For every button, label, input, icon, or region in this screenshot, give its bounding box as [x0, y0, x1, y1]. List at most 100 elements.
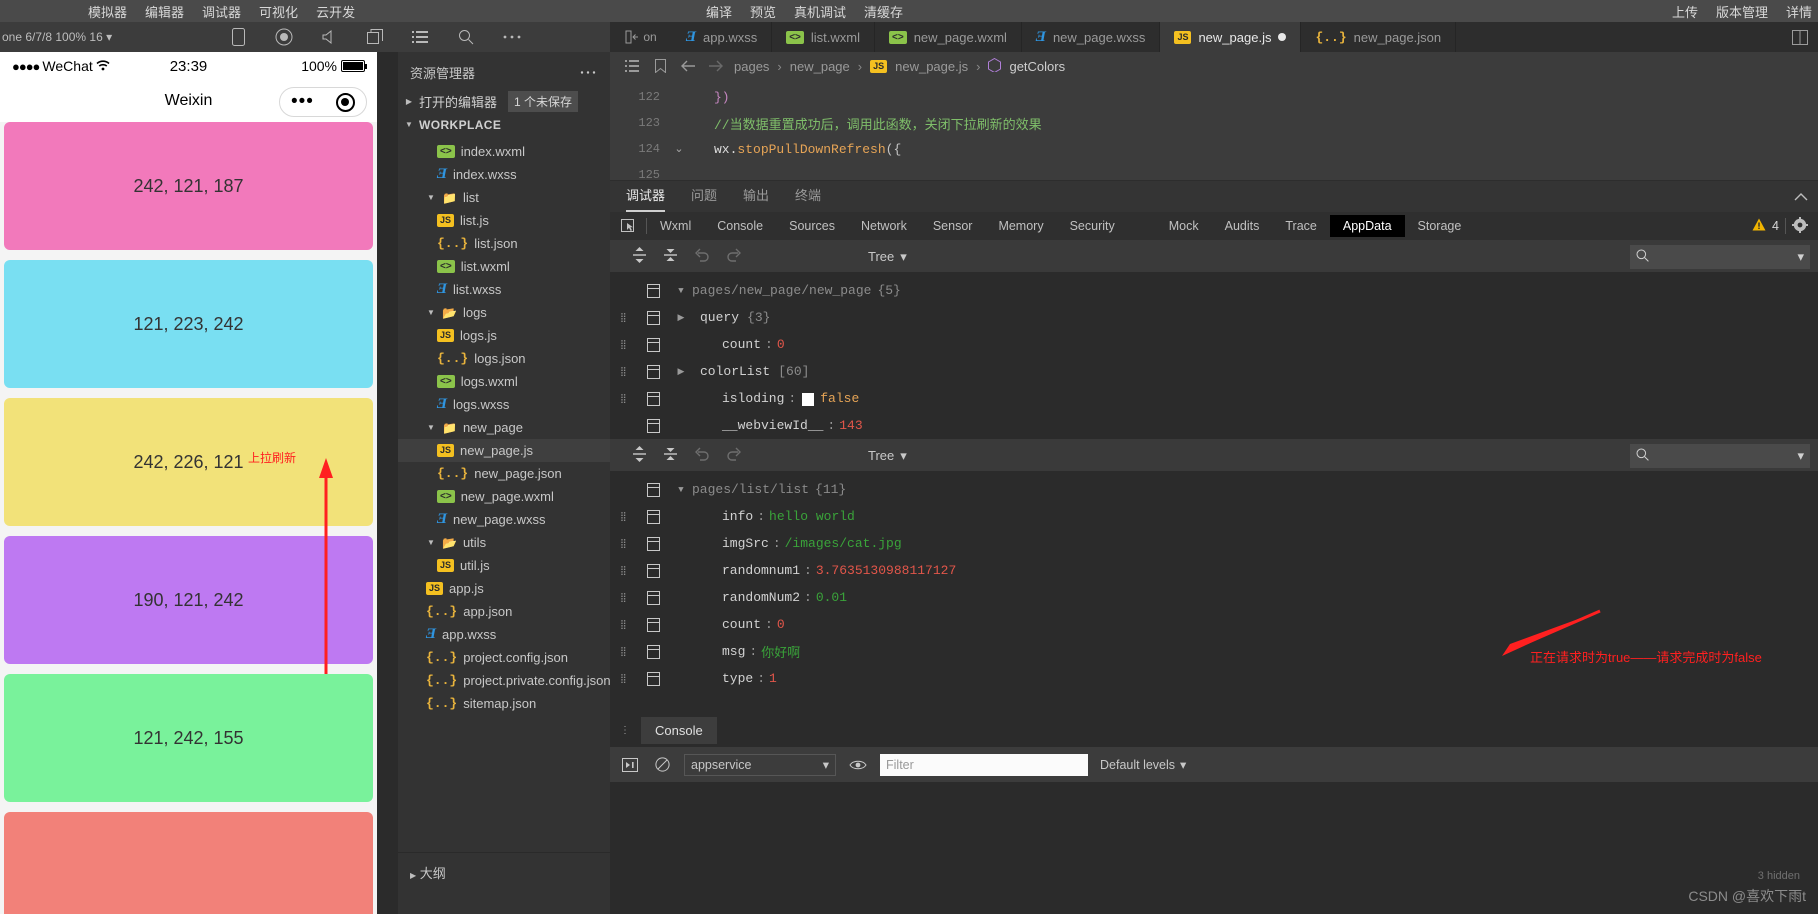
debug-tab-terminal[interactable]: 终端	[795, 185, 821, 208]
tree-file[interactable]: JS logs.js	[398, 324, 610, 347]
gear-icon[interactable]	[1792, 216, 1808, 236]
drag-grip-icon[interactable]: ⣿	[610, 367, 636, 376]
drawer-grip-icon[interactable]: ⋮	[620, 725, 631, 735]
menu-item-cloud[interactable]: 云开发	[316, 2, 355, 21]
phone-icon[interactable]	[228, 27, 248, 47]
appdata-row[interactable]: ⣿ ▶ colorList [60]	[610, 358, 1818, 385]
tree-folder[interactable]: ▼ 📂 logs	[398, 301, 610, 324]
chevron-down-icon[interactable]: ▾	[1797, 249, 1804, 265]
capsule-target-icon[interactable]	[335, 92, 355, 112]
appdata-value-checkbox[interactable]	[802, 393, 815, 406]
drag-grip-icon[interactable]: ⣿	[610, 539, 636, 548]
menu-item-debugger[interactable]: 调试器	[202, 2, 241, 21]
editor-tab-new-page-wxml[interactable]: <> new_page.wxml	[875, 22, 1022, 52]
devtools-tab-sensor[interactable]: Sensor	[920, 215, 986, 237]
appdata-root-row[interactable]: ▼ pages/list/list {11}	[610, 476, 1818, 503]
editor-tab-new-page-js[interactable]: JS new_page.js	[1160, 22, 1302, 52]
volume-icon[interactable]	[320, 27, 340, 47]
redo-icon[interactable]	[726, 248, 742, 265]
undo-icon[interactable]	[694, 447, 710, 464]
tree-file[interactable]: <> list.wxml	[398, 255, 610, 278]
debug-tab-debugger[interactable]: 调试器	[626, 185, 666, 212]
warning-indicator[interactable]: 4	[1752, 216, 1818, 236]
drag-grip-icon[interactable]: ⣿	[610, 566, 636, 575]
tree-file[interactable]: Ǝlogs.wxss	[398, 393, 610, 416]
menu-item-simulator[interactable]: 模拟器	[88, 2, 127, 21]
expand-all-icon[interactable]	[632, 247, 647, 266]
appdata-row[interactable]: ⣿ info: hello world	[610, 503, 1818, 530]
step-icon[interactable]	[620, 755, 640, 775]
chevron-right-icon[interactable]: ▶	[670, 367, 692, 377]
devtools-tab-memory[interactable]: Memory	[985, 215, 1056, 237]
collapse-all-icon[interactable]	[663, 446, 678, 465]
menu-item-version[interactable]: 版本管理	[1716, 2, 1768, 21]
chevron-down-icon[interactable]: ▼	[426, 193, 436, 202]
tree-folder[interactable]: ▼ 📂 utils	[398, 531, 610, 554]
editor-tab-new-page-wxss[interactable]: Ǝ new_page.wxss	[1021, 22, 1161, 52]
devtools-tab-audits[interactable]: Audits	[1212, 215, 1273, 237]
forward-arrow-icon[interactable]	[706, 56, 726, 76]
chevron-down-icon[interactable]: ▼	[426, 538, 436, 547]
tree-file[interactable]: Ǝlist.wxss	[398, 278, 610, 301]
search-icon[interactable]	[456, 27, 476, 47]
color-list-item[interactable]: 242, 121, 187	[4, 122, 373, 250]
appdata-root-row[interactable]: ▼ pages/new_page/new_page {5}	[610, 277, 1818, 304]
menu-item-clear-cache[interactable]: 清缓存	[864, 2, 903, 21]
appdata-row[interactable]: ⣿ isloding: false	[610, 385, 1818, 412]
tree-file[interactable]: {..} app.json	[398, 600, 610, 623]
devtools-tab-network[interactable]: Network	[848, 215, 920, 237]
tree-folder[interactable]: ▼ 📁 new_page	[398, 416, 610, 439]
breadcrumb-item-new-page[interactable]: new_page	[790, 59, 850, 74]
outline-icon[interactable]	[622, 56, 642, 76]
drag-grip-icon[interactable]: ⣿	[610, 313, 636, 322]
menu-item-upload[interactable]: 上传	[1672, 2, 1698, 21]
view-mode-select[interactable]: Tree ▾	[868, 448, 907, 464]
tree-file[interactable]: <> new_page.wxml	[398, 485, 610, 508]
appdata-row[interactable]: ⣿ type:1	[610, 665, 1818, 692]
redo-icon[interactable]	[726, 447, 742, 464]
editor-tab-new-page-json[interactable]: {..} new_page.json	[1301, 22, 1457, 52]
chevron-down-icon[interactable]: ▾	[1797, 448, 1804, 464]
menu-item-compile[interactable]: 编译	[706, 2, 732, 21]
tree-file[interactable]: {..} project.config.json	[398, 646, 610, 669]
clear-icon[interactable]	[652, 755, 672, 775]
drag-grip-icon[interactable]: ⣿	[610, 647, 636, 656]
appdata-row[interactable]: ⣿ count:0	[610, 611, 1818, 638]
console-filter-input[interactable]: Filter	[880, 753, 1088, 776]
appdata-row[interactable]: ⣿ imgSrc:/images/cat.jpg	[610, 530, 1818, 557]
drag-grip-icon[interactable]: ⣿	[610, 593, 636, 602]
tree-file[interactable]: {..} new_page.json	[398, 462, 610, 485]
expand-all-icon[interactable]	[632, 446, 647, 465]
inspect-cursor-icon[interactable]	[610, 218, 646, 234]
tree-file[interactable]: {..} list.json	[398, 232, 610, 255]
back-arrow-icon[interactable]	[678, 56, 698, 76]
chevron-right-icon[interactable]: ▶	[670, 313, 692, 323]
devtools-tab-appdata[interactable]: AppData	[1329, 215, 1405, 237]
devtools-tab-mock[interactable]: Mock	[1156, 215, 1212, 237]
chevron-down-icon[interactable]: ▼	[426, 423, 436, 432]
tree-file[interactable]: JS app.js	[398, 577, 610, 600]
menu-item-editor[interactable]: 编辑器	[145, 2, 184, 21]
chevron-up-icon[interactable]	[1794, 189, 1808, 204]
editor-tab-list-wxml[interactable]: <> list.wxml	[772, 22, 876, 52]
tree-file[interactable]: Ǝapp.wxss	[398, 623, 610, 646]
devtools-tab-security[interactable]: Security	[1057, 215, 1128, 237]
capsule-button[interactable]: •••	[279, 87, 367, 117]
drag-grip-icon[interactable]: ⣿	[610, 394, 636, 403]
color-list-item[interactable]: 121, 242, 155	[4, 674, 373, 802]
record-icon[interactable]	[274, 27, 294, 47]
debug-tab-output[interactable]: 输出	[743, 185, 769, 208]
list-icon[interactable]	[410, 27, 430, 47]
console-context-select[interactable]: appservice ▾	[684, 753, 836, 776]
appdata-row[interactable]: ⣿ ▶ query {3}	[610, 304, 1818, 331]
chevron-down-icon[interactable]: ▼	[670, 286, 692, 296]
menu-item-device-debug[interactable]: 真机调试	[794, 2, 846, 21]
bookmark-icon[interactable]	[650, 56, 670, 76]
breadcrumb-item-file[interactable]: new_page.js	[895, 59, 968, 74]
editor-tab-app-wxss[interactable]: Ǝ app.wxss	[672, 22, 773, 52]
appdata-row[interactable]: ⣿ count:0	[610, 331, 1818, 358]
tree-folder[interactable]: ▼ 📁 list	[398, 186, 610, 209]
tree-file[interactable]: {..} project.private.config.json	[398, 669, 611, 692]
devtools-tab-wxml[interactable]: Wxml	[647, 215, 704, 237]
appdata-row[interactable]: __webviewId__:143	[610, 412, 1818, 439]
